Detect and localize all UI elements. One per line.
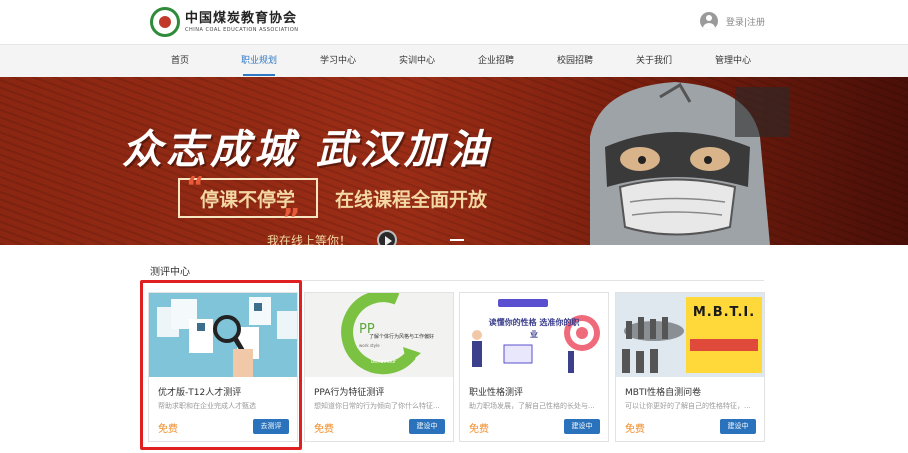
card-image: M.B.T.I. [616, 293, 764, 377]
assessment-card[interactable]: M.B.T.I. MBTI性格自测问卷 可以让你更好的了解自己的性格特征，...… [615, 292, 765, 442]
banner-bottom-text: 我在线上等你！ [267, 234, 352, 245]
card-price: 免费 [469, 424, 489, 435]
logo-text: 中国煤炭教育协会 CHINA COAL EDUCATION ASSOCIATIO… [185, 11, 299, 34]
card-title: MBTI性格自测问卷 [625, 388, 702, 398]
card-description: 可以让你更好的了解自己的性格特征，... [625, 402, 751, 410]
site-logo[interactable]: 中国煤炭教育协会 CHINA COAL EDUCATION ASSOCIATIO… [150, 7, 299, 37]
assessment-card[interactable]: 读懂你的性格 选准你的职业 职业性格测评 助力职场发展，了解自己性格的长处与..… [459, 292, 609, 442]
highlight-box [140, 280, 302, 450]
card-image: 读懂你的性格 选准你的职业 [460, 293, 608, 377]
card-description: 想知道你日常的行为倾向了你什么特征... [314, 402, 440, 410]
nav-item-learning-center[interactable]: 学习中心 [308, 45, 368, 78]
hero-banner[interactable]: 众志成城 武汉加油 “ ” 停课不停学 在线课程全面开放 我在线上等你！ [0, 77, 908, 245]
nav-item-campus-recruitment[interactable]: 校园招聘 [545, 45, 605, 78]
card-image-caption: 读懂你的性格 选准你的职业 [488, 318, 580, 339]
assessment-card[interactable]: PP work style behaviour 了解个体行为风格与工作偏好 PP… [304, 292, 454, 442]
svg-text:work style: work style [359, 343, 380, 348]
site-header: 中国煤炭教育协会 CHINA COAL EDUCATION ASSOCIATIO… [0, 0, 908, 44]
svg-text:behaviour: behaviour [371, 359, 397, 365]
under-construction-button[interactable]: 建设中 [720, 419, 756, 434]
card-price: 免费 [314, 424, 334, 435]
card-title: PPA行为特征测评 [314, 388, 385, 398]
nav-item-training-center[interactable]: 实训中心 [387, 45, 447, 78]
banner-slogan: 众志成城 武汉加油 [122, 127, 492, 173]
card-title: 职业性格测评 [469, 388, 524, 398]
logo-chinese-name: 中国煤炭教育协会 [185, 10, 298, 26]
play-icon[interactable] [377, 230, 397, 245]
auth-links: 登录|注册 [726, 15, 765, 28]
main-nav: 首页 职业规划 学习中心 实训中心 企业招聘 校园招聘 关于我们 管理中心 [0, 44, 908, 77]
carousel-indicator[interactable] [450, 239, 464, 241]
nav-item-about-us[interactable]: 关于我们 [624, 45, 684, 78]
under-construction-button[interactable]: 建设中 [564, 419, 600, 434]
user-avatar-icon[interactable] [699, 12, 718, 30]
logo-english-name: CHINA COAL EDUCATION ASSOCIATION [185, 26, 299, 33]
section-title: 测评中心 [150, 267, 190, 278]
masked-worker-illustration [590, 82, 790, 245]
card-description: 助力职场发展，了解自己性格的长处与... [469, 402, 595, 410]
card-price: 免费 [625, 424, 645, 435]
nav-item-home[interactable]: 首页 [150, 45, 210, 78]
card-image-caption: M.B.T.I. [692, 305, 756, 320]
banner-subtitle-2: 在线课程全面开放 [335, 189, 488, 211]
banner-subtitle-1: 停课不停学 [200, 189, 296, 211]
card-image: PP work style behaviour 了解个体行为风格与工作偏好 [305, 293, 453, 377]
nav-item-management-center[interactable]: 管理中心 [703, 45, 763, 78]
register-link[interactable]: 注册 [747, 18, 765, 28]
card-image-caption: 了解个体行为风格与工作偏好 [369, 334, 435, 340]
nav-item-career-planning[interactable]: 职业规划 [229, 45, 289, 78]
login-link[interactable]: 登录 [726, 18, 744, 28]
association-emblem-icon [150, 7, 180, 37]
under-construction-button[interactable]: 建设中 [409, 419, 445, 434]
user-area: 登录|注册 [699, 12, 765, 30]
nav-item-corporate-recruitment[interactable]: 企业招聘 [466, 45, 526, 78]
